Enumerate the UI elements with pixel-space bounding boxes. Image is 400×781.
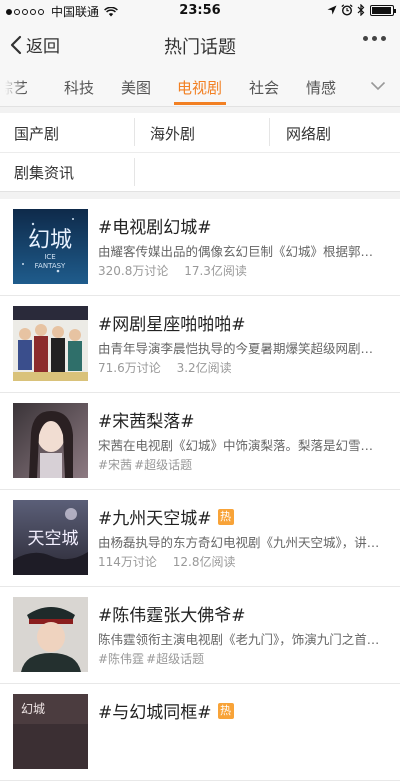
topic-stats: 114万讨论 12.8亿阅读 (98, 553, 235, 570)
page-title: 热门话题 (164, 37, 236, 58)
topic-description: 陈伟霆领衔主演电视剧《老九门》，饰演九门之首张启山 (98, 632, 380, 647)
read-count: 17.3亿阅读 (184, 264, 247, 278)
category-filter: 国产剧 海外剧 网络剧 剧集资讯 (0, 113, 400, 192)
thumbnail-title-text: 幻城 (21, 702, 45, 716)
topic-tags: #宋茜 #超级话题 (98, 456, 192, 473)
topic-list: 幻城 ICE FANTASY #电视剧幻城# 由耀客传媒出品的偶像玄幻巨制《幻城… (0, 199, 400, 781)
topic-title: #陈伟霆张大佛爷# (98, 606, 246, 626)
back-label: 返回 (26, 37, 60, 57)
tab-tv-drama[interactable]: 电视剧 (177, 77, 222, 98)
tab-technology[interactable]: 科技 (64, 77, 94, 98)
battery-icon (370, 4, 396, 16)
category-domestic-drama[interactable]: 国产剧 (14, 123, 59, 144)
topic-description: 宋茜在电视剧《幻城》中饰演梨落。梨落是幻雪神山的冰族灵女 (98, 438, 380, 453)
topic-title-row: #宋茜梨落# (98, 407, 195, 432)
topic-title: #九州天空城# (98, 509, 212, 529)
topic-thumbnail (13, 597, 88, 672)
thumbnail-subtitle-text: ICE (44, 253, 55, 261)
topic-stats: 320.8万讨论 17.3亿阅读 (98, 262, 247, 279)
thumbnail-subtitle-text: FANTASY (35, 262, 66, 270)
tabs-fade-left (0, 66, 24, 106)
divider (0, 152, 400, 153)
topic-tag[interactable]: #宋茜 (98, 458, 132, 472)
channel-tabs: 综艺 科技 美图 电视剧 社会 情感 (0, 66, 400, 107)
more-dots-icon (363, 36, 368, 41)
tab-emotion[interactable]: 情感 (306, 77, 336, 98)
topic-tag[interactable]: #超级话题 (134, 458, 192, 472)
discussion-count: 320.8万讨论 (98, 264, 169, 278)
topic-title-row: #陈伟霆张大佛爷# (98, 601, 246, 626)
discussion-count: 71.6万讨论 (98, 361, 161, 375)
topic-tag[interactable]: #陈伟霆 (98, 652, 144, 666)
topic-title: #电视剧幻城# (98, 218, 212, 238)
topic-description: 由青年导演李晨恺执导的今夏暑期爆笑超级网剧来袭 (98, 341, 380, 356)
read-count: 3.2亿阅读 (176, 361, 232, 375)
alarm-clock-icon (341, 4, 353, 16)
topic-title-row: #九州天空城# 热 (98, 504, 234, 529)
topic-description: 由耀客传媒出品的偶像玄幻巨制《幻城》根据郭敬明同名小说改编 (98, 244, 380, 259)
hot-badge: 热 (217, 508, 234, 525)
tab-society[interactable]: 社会 (249, 77, 279, 98)
topic-thumbnail: 幻城 ICE FANTASY (13, 209, 88, 284)
topic-title: #宋茜梨落# (98, 412, 195, 432)
divider (134, 158, 135, 186)
topic-item[interactable]: #陈伟霆张大佛爷# 陈伟霆领衔主演电视剧《老九门》，饰演九门之首张启山 #陈伟霆… (0, 587, 400, 684)
read-count: 12.8亿阅读 (172, 555, 236, 569)
topic-thumbnail (13, 403, 88, 478)
discussion-count: 114万讨论 (98, 555, 157, 569)
thumbnail-title-text: 幻城 (28, 228, 72, 253)
status-right (323, 4, 396, 16)
active-tab-indicator (174, 102, 226, 105)
divider (269, 118, 270, 146)
topic-thumbnail: 幻城 (13, 694, 88, 769)
topic-stats: 71.6万讨论 3.2亿阅读 (98, 359, 232, 376)
location-arrow-icon (327, 5, 337, 15)
topic-item[interactable]: 幻城 ICE FANTASY #电视剧幻城# 由耀客传媒出品的偶像玄幻巨制《幻城… (0, 199, 400, 296)
topic-thumbnail: 天空城 (13, 500, 88, 575)
more-options-button[interactable] (359, 36, 386, 41)
chevron-left-icon (10, 35, 22, 54)
topic-item[interactable]: #网剧星座啪啪啪# 由青年导演李晨恺执导的今夏暑期爆笑超级网剧来袭 71.6万讨… (0, 296, 400, 393)
bluetooth-icon (357, 4, 365, 16)
topic-title-row: #电视剧幻城# (98, 213, 212, 238)
topic-thumbnail (13, 306, 88, 381)
tab-pictures[interactable]: 美图 (121, 77, 151, 98)
back-button[interactable]: 返回 (10, 32, 60, 57)
topic-title-row: #网剧星座啪啪啪# (98, 310, 246, 335)
topic-item[interactable]: 天空城 #九州天空城# 热 由杨磊执导的东方奇幻电视剧《九州天空城》，讲述了一段… (0, 490, 400, 587)
topic-title: #网剧星座啪啪啪# (98, 315, 246, 335)
category-overseas-drama[interactable]: 海外剧 (150, 123, 195, 144)
navigation-bar: 返回 热门话题 (0, 22, 400, 66)
topic-tag[interactable]: #超级话题 (146, 652, 204, 666)
tabs-expand-button[interactable] (356, 66, 400, 106)
topic-item[interactable]: #宋茜梨落# 宋茜在电视剧《幻城》中饰演梨落。梨落是幻雪神山的冰族灵女 #宋茜#… (0, 393, 400, 490)
topic-description: 由杨磊执导的东方奇幻电视剧《九州天空城》，讲述了一段传奇 (98, 535, 380, 550)
category-web-drama[interactable]: 网络剧 (286, 123, 331, 144)
topic-item[interactable]: 幻城 #与幻城同框# 热 (0, 684, 400, 781)
category-drama-news[interactable]: 剧集资讯 (14, 162, 74, 183)
chevron-down-icon (370, 81, 386, 91)
divider (134, 118, 135, 146)
topic-tags: #陈伟霆 #超级话题 (98, 650, 204, 667)
thumbnail-title-text: 天空城 (28, 529, 79, 549)
status-bar: 中国联通 23:56 (0, 0, 400, 22)
